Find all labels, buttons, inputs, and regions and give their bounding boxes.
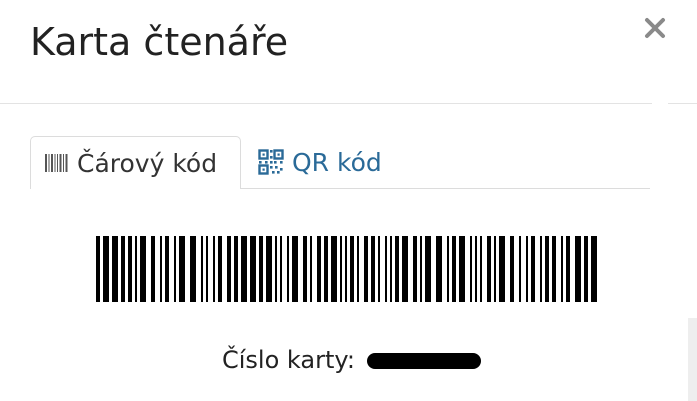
tab-barcode-label: Čárový kód [77,148,218,178]
barcode-bar [413,236,417,302]
barcode-bar [475,236,477,302]
barcode-bar [218,236,222,302]
barcode-bar [234,236,238,302]
scrollbar-track[interactable] [688,318,697,401]
close-icon [645,18,665,38]
tab-qr-code[interactable]: QR kód [258,136,382,188]
barcode-bar [531,236,535,302]
barcode-bar [371,236,375,302]
barcode-bar [452,236,456,302]
barcode-bar [324,236,328,302]
barcode-bar [402,236,408,302]
barcode-bar [420,236,422,302]
barcode-image [96,236,597,302]
barcode-bar [561,236,563,302]
barcode-icon [45,154,68,172]
barcode-bar [552,236,556,302]
barcode-bar [447,236,449,302]
barcode-bar [310,236,312,302]
barcode-bar [378,236,380,302]
barcode-bar [266,236,272,302]
card-number-line: Číslo karty: [222,342,481,378]
barcode-bar [510,236,514,302]
barcode-bar [275,236,277,302]
barcode-bar [227,236,231,302]
barcode-bar [545,236,549,302]
barcode-bar [103,236,109,302]
barcode-bar [280,236,282,302]
tab-qr-code-label: QR kód [292,147,382,177]
barcode-bar [140,236,146,302]
barcode-bar [190,236,196,302]
barcode-bar [345,236,347,302]
barcode-bar [390,236,392,302]
barcode-bar [395,236,399,302]
barcode-bar [96,236,100,302]
barcode-bar [459,236,465,302]
card-number-label: Číslo karty: [222,346,355,374]
barcode-bar [250,236,256,302]
barcode-bar [364,236,368,302]
barcode-bar [425,236,431,302]
barcode-bar [436,236,442,302]
barcode-bar [526,236,528,302]
barcode-bar [317,236,321,302]
dialog-title: Karta čtenáře [30,20,289,64]
barcode-bar [241,236,247,302]
barcode-bar [494,236,496,302]
barcode-bar [287,236,289,302]
barcode-bar [470,236,472,302]
barcode-bar [519,236,521,302]
card-number-redacted [366,353,481,369]
barcode-bar [340,236,342,302]
barcode-bar [499,236,505,302]
barcode-bar [213,236,215,302]
barcode-bar [179,236,185,302]
barcode-bar [206,236,208,302]
barcode-bar [540,236,542,302]
barcode-bar [591,236,597,302]
tab-barcode[interactable]: Čárový kód [30,136,241,189]
barcode-bar [292,236,298,302]
barcode-bar [566,236,570,302]
header-divider-end [668,103,697,104]
barcode-bar [135,236,137,302]
barcode-bar [112,236,118,302]
barcode-bar [303,236,307,302]
barcode-bar [350,236,354,302]
barcode-bar [584,236,588,302]
header-divider [0,103,652,104]
barcode-bar [487,236,491,302]
barcode-bar [165,236,169,302]
barcode-bar [201,236,203,302]
barcode-bar [121,236,125,302]
qr-code-icon [258,149,284,175]
barcode-bar [575,236,581,302]
barcode-bar [331,236,337,302]
barcode-bar [385,236,387,302]
barcode-bar [160,236,162,302]
barcode-bar [480,236,482,302]
barcode-bar [357,236,359,302]
barcode-bar [174,236,176,302]
barcode-bar [259,236,263,302]
barcode-bar [151,236,155,302]
close-button[interactable] [641,14,669,42]
barcode-bar [128,236,132,302]
